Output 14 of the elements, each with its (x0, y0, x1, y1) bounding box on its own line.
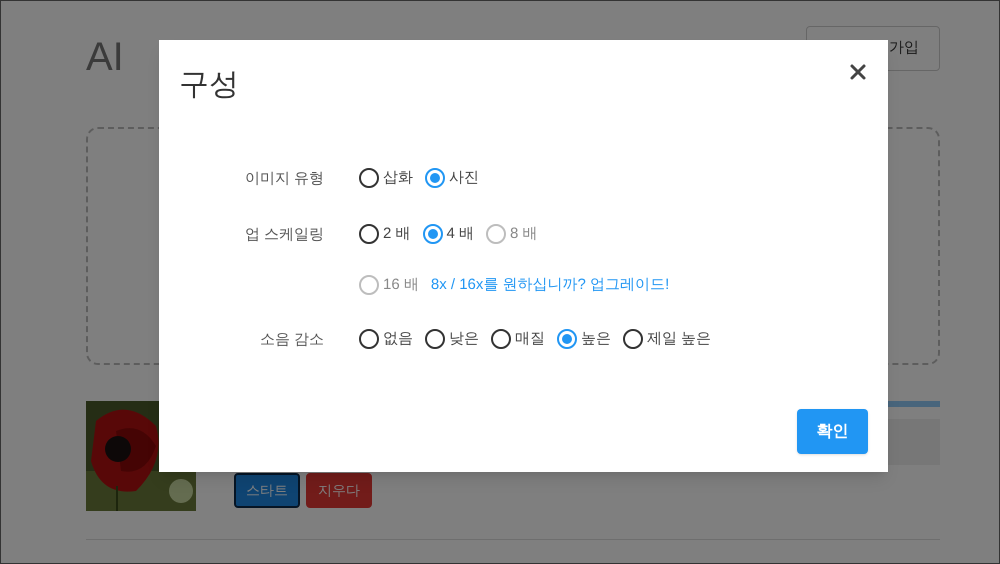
radio-option[interactable]: 높은 (557, 328, 611, 350)
page-title: AI (86, 34, 124, 81)
radio-option[interactable]: 삽화 (359, 167, 413, 190)
radio-option[interactable]: 낮은 (425, 328, 479, 350)
setting-label: 소음 감소 (258, 330, 324, 350)
radio-option[interactable]: 제일 높은 (623, 328, 712, 350)
radio-option[interactable]: 없음 (359, 328, 413, 350)
radio-option[interactable]: 사진 (425, 167, 479, 190)
radio-option[interactable]: 2 배 (359, 223, 411, 246)
radio-option[interactable]: 매질 (491, 328, 545, 350)
dialog-title: 구성 (179, 67, 239, 103)
setting-label: 업 스케일링 (244, 225, 324, 245)
setting-label: 이미지 유형 (244, 169, 324, 189)
radio-option[interactable]: 4 배 (422, 223, 474, 246)
